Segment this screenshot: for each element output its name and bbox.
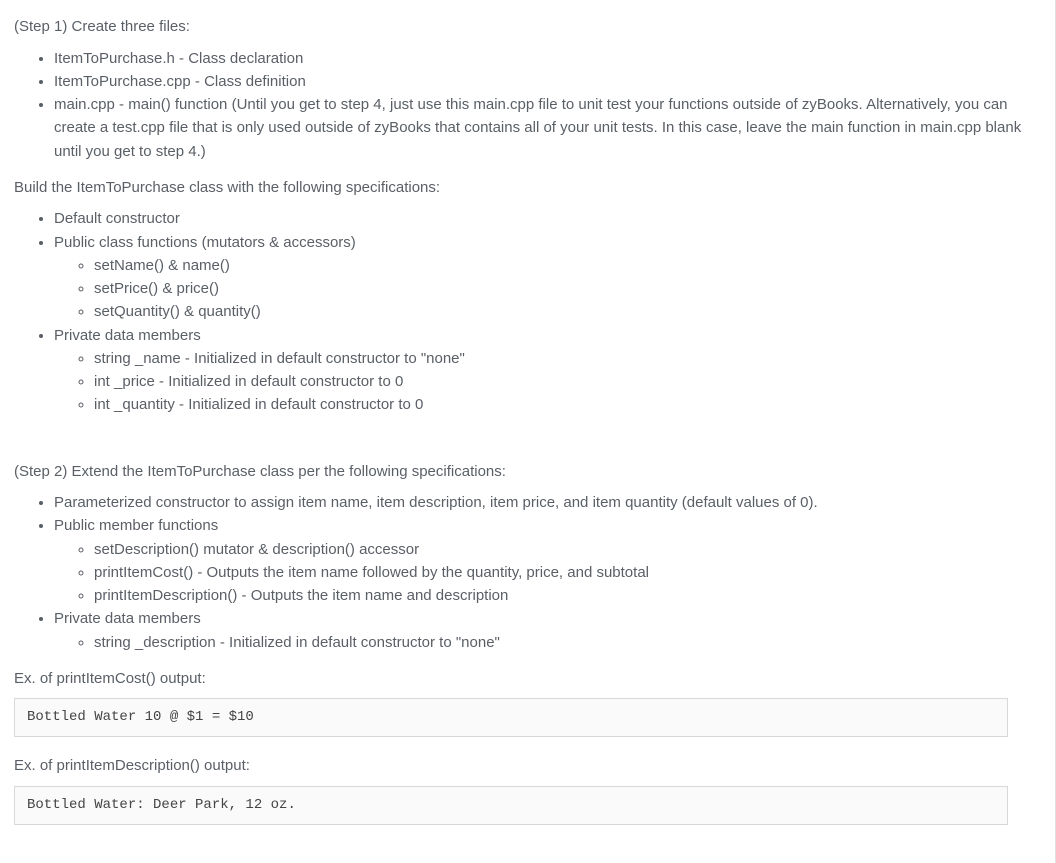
list-item: Default constructor — [54, 207, 1041, 230]
list-item: setDescription() mutator & description()… — [94, 538, 1041, 561]
list-item: setPrice() & price() — [94, 277, 1041, 300]
spec-label: Parameterized constructor to assign item… — [54, 494, 818, 511]
spacer — [14, 431, 1041, 453]
list-item: printItemCost() - Outputs the item name … — [94, 561, 1041, 584]
spec-label: Private data members — [54, 610, 201, 627]
list-item: main.cpp - main() function (Until you ge… — [54, 93, 1041, 163]
list-item: string _name - Initialized in default co… — [94, 347, 1041, 370]
list-item: Private data members string _name - Init… — [54, 324, 1041, 417]
list-item: setName() & name() — [94, 254, 1041, 277]
list-item: Public member functions setDescription()… — [54, 514, 1041, 607]
step1-specs-list: Default constructor Public class functio… — [14, 207, 1041, 416]
spec-label: Default constructor — [54, 210, 180, 227]
example-desc-label: Ex. of printItemDescription() output: — [14, 755, 1041, 778]
spec-sublist: string _name - Initialized in default co… — [54, 347, 1041, 417]
list-item: Parameterized constructor to assign item… — [54, 491, 1041, 514]
list-item: Public class functions (mutators & acces… — [54, 231, 1041, 324]
step2-specs-list: Parameterized constructor to assign item… — [14, 491, 1041, 654]
document-page: (Step 1) Create three files: ItemToPurch… — [0, 0, 1056, 863]
list-item: Private data members string _description… — [54, 607, 1041, 654]
code-output-desc: Bottled Water: Deer Park, 12 oz. — [14, 786, 1008, 825]
step1-files-list: ItemToPurchase.h - Class declaration Ite… — [14, 47, 1041, 163]
list-item: setQuantity() & quantity() — [94, 300, 1041, 323]
list-item: int _price - Initialized in default cons… — [94, 370, 1041, 393]
step1-build-intro: Build the ItemToPurchase class with the … — [14, 177, 1041, 200]
spec-sublist: string _description - Initialized in def… — [54, 631, 1041, 654]
list-item: ItemToPurchase.cpp - Class definition — [54, 70, 1041, 93]
list-item: printItemDescription() - Outputs the ite… — [94, 584, 1041, 607]
example-cost-label: Ex. of printItemCost() output: — [14, 668, 1041, 691]
spec-label: Public class functions (mutators & acces… — [54, 234, 356, 251]
code-output-cost: Bottled Water 10 @ $1 = $10 — [14, 698, 1008, 737]
spec-label: Private data members — [54, 327, 201, 344]
spec-sublist: setName() & name() setPrice() & price() … — [54, 254, 1041, 324]
spec-label: Public member functions — [54, 517, 218, 534]
spec-sublist: setDescription() mutator & description()… — [54, 538, 1041, 608]
list-item: string _description - Initialized in def… — [94, 631, 1041, 654]
step2-intro: (Step 2) Extend the ItemToPurchase class… — [14, 461, 1041, 484]
list-item: int _quantity - Initialized in default c… — [94, 393, 1041, 416]
step1-intro: (Step 1) Create three files: — [14, 16, 1041, 39]
list-item: ItemToPurchase.h - Class declaration — [54, 47, 1041, 70]
